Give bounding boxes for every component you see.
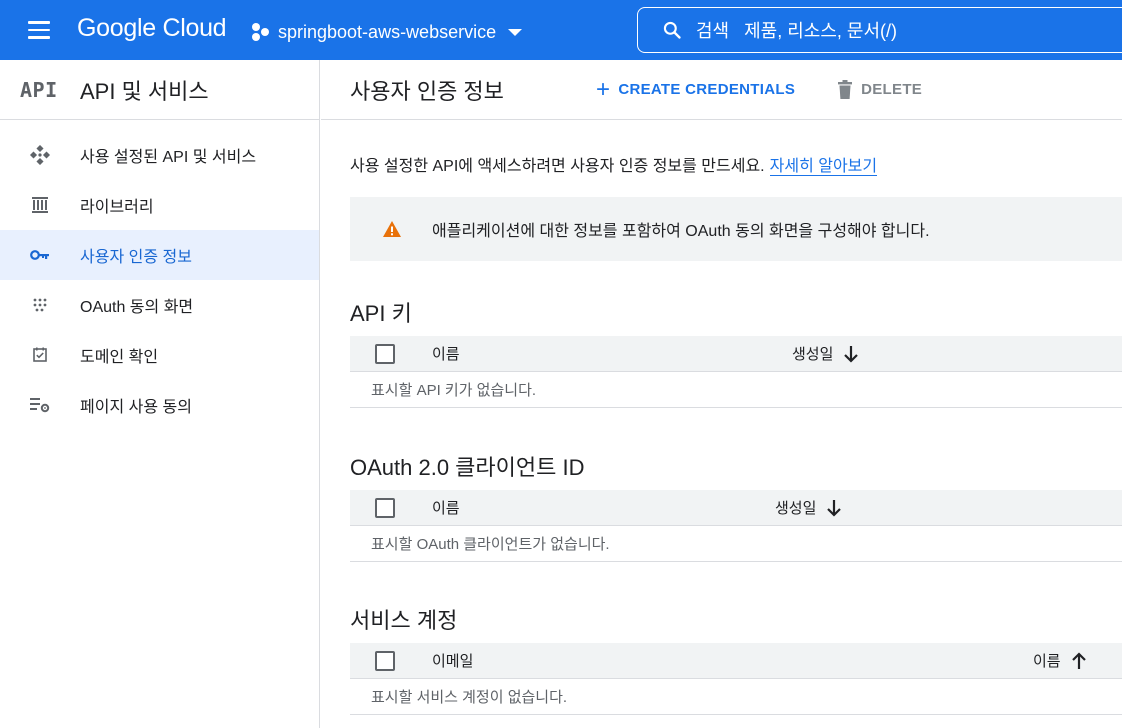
delete-label: DELETE: [861, 81, 923, 98]
chevron-down-icon: [508, 28, 523, 36]
column-header-created: 생성일: [775, 500, 817, 517]
checkbox-icon: [30, 345, 50, 365]
search-icon: [663, 21, 681, 39]
column-header-created: 생성일: [792, 346, 834, 363]
hamburger-menu-icon[interactable]: [24, 18, 54, 42]
sidebar-nav: 사용 설정된 API 및 서비스 라이브러리 사용자 인증 정보 OAuth 동…: [0, 130, 319, 430]
column-header-name[interactable]: 이름: [432, 343, 460, 364]
sidebar-header: API API 및 서비스: [0, 60, 319, 120]
arrow-up-icon: [1071, 651, 1086, 669]
sidebar-item-credentials[interactable]: 사용자 인증 정보: [0, 230, 319, 280]
learn-more-link[interactable]: 자세히 알아보기: [769, 158, 878, 176]
create-credentials-label: CREATE CREDENTIALS: [618, 81, 796, 98]
main-content: 사용자 인증 정보 + CREATE CREDENTIALS DELETE 사용…: [321, 60, 1122, 728]
select-all-checkbox[interactable]: [375, 497, 395, 518]
table-header: 이름 생성일: [350, 336, 1122, 372]
arrow-down-icon: [827, 499, 842, 517]
column-header-email[interactable]: 이메일: [432, 650, 473, 671]
library-icon: [30, 195, 50, 215]
sidebar: API API 및 서비스 사용 설정된 API 및 서비스 라이브러리 사용자…: [0, 60, 320, 728]
project-name: springboot-aws-webservice: [278, 21, 497, 42]
warning-icon: [383, 221, 401, 237]
trash-icon: [838, 79, 853, 99]
empty-state-row: 표시할 OAuth 클라이언트가 없습니다.: [350, 526, 1122, 562]
plus-icon: +: [596, 75, 611, 103]
section-title: 서비스 계정: [350, 608, 458, 633]
column-header-name[interactable]: 이름: [432, 497, 460, 518]
sidebar-title: API 및 서비스: [80, 78, 209, 104]
select-all-checkbox[interactable]: [375, 650, 395, 671]
table-header: 이메일 이름: [350, 643, 1122, 679]
warning-banner: 애플리케이션에 대한 정보를 포함하여 OAuth 동의 화면을 구성해야 합니…: [350, 197, 1122, 261]
service-accounts-section: 서비스 계정 이메일 이름 표시할 서비스 계정이 없습니다.: [350, 603, 1122, 715]
settings-list-icon: [30, 395, 50, 415]
section-title: OAuth 2.0 클라이언트 ID: [350, 455, 585, 480]
dots-grid-icon: [30, 295, 50, 315]
create-credentials-button[interactable]: + CREATE CREDENTIALS: [596, 75, 796, 103]
sidebar-item-library[interactable]: 라이브러리: [0, 180, 319, 230]
sidebar-item-oauth-consent[interactable]: OAuth 동의 화면: [0, 280, 319, 330]
api-keys-section: API 키 이름 생성일 표시할 API 키가 없습니다.: [350, 296, 1122, 408]
key-icon: [30, 245, 50, 265]
column-header-name: 이름: [1033, 653, 1061, 670]
warning-message: 애플리케이션에 대한 정보를 포함하여 OAuth 동의 화면을 구성해야 합니…: [432, 223, 930, 240]
column-header-created-sort[interactable]: 생성일: [792, 343, 859, 364]
intro-message: 사용 설정한 API에 액세스하려면 사용자 인증 정보를 만드세요.: [350, 158, 765, 175]
search-input[interactable]: 검색 제품, 리소스, 문서(/): [637, 7, 1122, 53]
delete-button[interactable]: DELETE: [837, 79, 923, 100]
column-header-name-sort[interactable]: 이름: [1033, 650, 1087, 671]
sidebar-item-label: 도메인 확인: [80, 349, 159, 366]
arrow-down-icon: [844, 345, 859, 363]
page-title: 사용자 인증 정보: [350, 78, 504, 104]
sidebar-item-label: 라이브러리: [80, 199, 154, 216]
sidebar-item-label: 사용자 인증 정보: [80, 249, 192, 266]
sidebar-item-page-consent[interactable]: 페이지 사용 동의: [0, 380, 319, 430]
search-placeholder: 검색 제품, 리소스, 문서(/): [696, 21, 898, 41]
empty-state-row: 표시할 API 키가 없습니다.: [350, 372, 1122, 408]
sidebar-item-label: 사용 설정된 API 및 서비스: [80, 149, 257, 166]
sidebar-item-label: OAuth 동의 화면: [80, 299, 194, 316]
section-title: API 키: [350, 301, 412, 326]
api-diamond-icon: [30, 145, 50, 165]
page-header: 사용자 인증 정보 + CREATE CREDENTIALS DELETE: [321, 60, 1122, 120]
top-app-bar: Google Cloud springboot-aws-webservice 검…: [0, 0, 1122, 60]
google-cloud-logo[interactable]: Google Cloud: [77, 14, 227, 43]
empty-state-row: 표시할 서비스 계정이 없습니다.: [350, 679, 1122, 715]
column-header-created-sort[interactable]: 생성일: [775, 497, 842, 518]
oauth-clients-section: OAuth 2.0 클라이언트 ID 이름 생성일 표시할 OAuth 클라이언…: [350, 450, 1122, 562]
intro-text: 사용 설정한 API에 액세스하려면 사용자 인증 정보를 만드세요. 자세히 알…: [350, 152, 878, 176]
project-selector[interactable]: springboot-aws-webservice: [250, 18, 523, 46]
select-all-checkbox[interactable]: [375, 343, 395, 364]
project-hub-icon: [250, 22, 272, 42]
sidebar-item-domain-verification[interactable]: 도메인 확인: [0, 330, 319, 380]
api-badge: API: [20, 77, 58, 102]
table-header: 이름 생성일: [350, 490, 1122, 526]
sidebar-item-label: 페이지 사용 동의: [80, 399, 192, 416]
sidebar-item-enabled-apis[interactable]: 사용 설정된 API 및 서비스: [0, 130, 319, 180]
